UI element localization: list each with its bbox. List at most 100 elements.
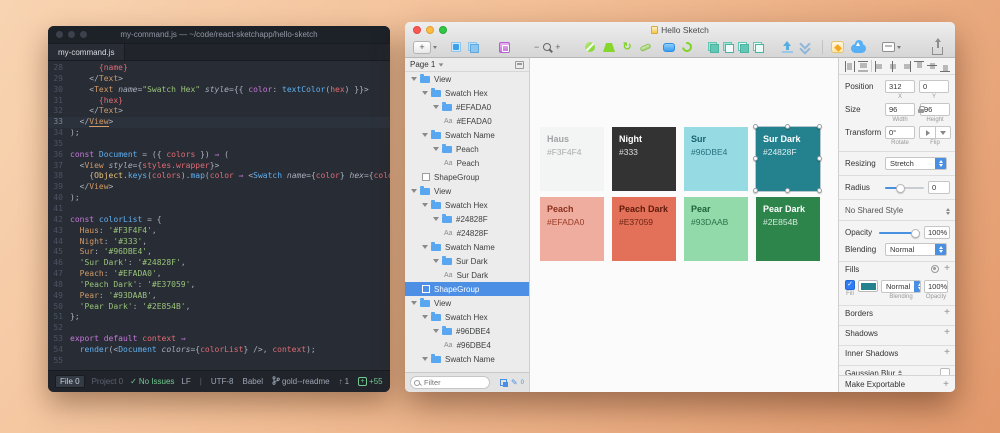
pencil-icon[interactable]: ✎ (511, 379, 518, 387)
union-button[interactable] (708, 42, 719, 53)
align-center-icon[interactable] (888, 61, 898, 72)
code-line[interactable]: 45 Sur: '#96DBE4', (48, 247, 390, 258)
zoom-in-button[interactable]: + (555, 43, 560, 52)
selection-handle[interactable] (817, 188, 822, 193)
selection-handle[interactable] (785, 124, 790, 129)
align-bottom-icon[interactable] (940, 61, 950, 72)
code-line[interactable]: 51}; (48, 312, 390, 323)
code-line[interactable]: 52 (48, 323, 390, 334)
flip-horizontal-button[interactable] (919, 126, 935, 139)
sketch-cloud-button[interactable] (831, 41, 844, 53)
code-line[interactable]: 47 Peach: '#EFADA0', (48, 269, 390, 280)
disclosure-triangle-icon[interactable] (433, 147, 439, 151)
code-line[interactable]: 44 Night: '#333', (48, 237, 390, 248)
fill-color-well[interactable] (858, 280, 878, 292)
color-swatch[interactable]: Haus#F3F4F4 (540, 127, 604, 191)
code-line[interactable]: 35 (48, 139, 390, 150)
status-item[interactable]: | (200, 377, 202, 386)
add-border-button[interactable]: + (944, 308, 950, 318)
layer-row[interactable]: AaPeach (405, 156, 529, 170)
disclosure-triangle-icon[interactable] (422, 357, 428, 361)
code-line[interactable]: 48 'Peach Dark': '#E37059', (48, 280, 390, 291)
status-item[interactable]: LF (181, 377, 190, 386)
resizing-dropdown[interactable]: Stretch (885, 157, 947, 170)
code-line[interactable]: 29 </Text> (48, 74, 390, 85)
code-line[interactable]: 28 {name} (48, 63, 390, 74)
selection-handle[interactable] (817, 124, 822, 129)
code-line[interactable]: 42const colorList = { (48, 215, 390, 226)
layer-row[interactable]: Sur Dark (405, 254, 529, 268)
add-shadow-button[interactable]: + (944, 328, 950, 338)
slider-knob[interactable] (896, 184, 905, 193)
code-line[interactable]: 38 {Object.keys(colors).map(color ⇒ <Swa… (48, 171, 390, 182)
rotate-tool-button[interactable]: ↻ (623, 42, 632, 53)
selection-handle[interactable] (817, 156, 822, 161)
disclosure-triangle-icon[interactable] (422, 315, 428, 319)
disclosure-triangle-icon[interactable] (433, 329, 439, 333)
code-line[interactable]: 36const Document = ({ colors }) ⇒ ( (48, 150, 390, 161)
disclosure-triangle-icon[interactable] (422, 203, 428, 207)
radius-input[interactable]: 0 (928, 181, 950, 194)
layer-row[interactable]: #EFADA0 (405, 100, 529, 114)
selection-handle[interactable] (753, 156, 758, 161)
color-swatch[interactable]: Night#333 (612, 127, 676, 191)
code-line[interactable]: 40); (48, 193, 390, 204)
insert-button[interactable]: + (413, 41, 437, 54)
layer-row[interactable]: Swatch Hex (405, 310, 529, 324)
code-line[interactable]: 54 render(<Document colors={colorList} /… (48, 345, 390, 356)
zoom-button-tool[interactable] (543, 43, 551, 51)
send-backward-button[interactable] (800, 42, 810, 53)
add-export-button[interactable]: + (943, 379, 949, 390)
radius-slider[interactable] (885, 181, 924, 194)
layer-row[interactable]: View (405, 72, 529, 86)
canvas[interactable]: Haus#F3F4F4Night#333Sur#96DBE4Sur Dark#2… (530, 58, 838, 392)
mask-tool-button[interactable] (663, 43, 675, 52)
flatten-tool-button[interactable] (640, 45, 651, 50)
layer-row[interactable]: View (405, 184, 529, 198)
selection-handle[interactable] (785, 188, 790, 193)
code-line[interactable]: 33 </View> (48, 117, 390, 128)
status-item[interactable]: Babel (243, 377, 263, 386)
layer-row[interactable]: Swatch Name (405, 352, 529, 366)
difference-button[interactable] (753, 42, 764, 53)
page-selector[interactable]: Page 1 (405, 58, 529, 72)
status-item[interactable]: gold--readme (272, 376, 330, 387)
color-swatch[interactable]: Peach Dark#E37059 (612, 197, 676, 261)
filter-input[interactable] (410, 376, 490, 389)
selection-handle[interactable] (753, 188, 758, 193)
code-line[interactable]: 31 {hex} (48, 96, 390, 107)
make-exportable-bar[interactable]: Make Exportable + (839, 375, 955, 392)
color-swatch[interactable]: Sur#96DBE4 (684, 127, 748, 191)
gear-icon[interactable] (931, 265, 939, 273)
subtract-button[interactable] (723, 42, 734, 53)
inner-shadows-section[interactable]: Inner Shadows + (839, 345, 955, 360)
rotate-input[interactable]: 0° (885, 126, 915, 139)
slider-knob[interactable] (911, 229, 920, 238)
color-swatch[interactable]: Pear Dark#2E854B (756, 197, 820, 261)
code-line[interactable]: 53export default context ⇒ (48, 334, 390, 345)
color-swatch[interactable]: Peach#EFADA0 (540, 197, 604, 261)
layer-row[interactable]: Swatch Hex (405, 198, 529, 212)
code-line[interactable]: 34); (48, 128, 390, 139)
align-middle-icon[interactable] (927, 61, 937, 72)
align-right-icon[interactable] (901, 61, 911, 72)
code-line[interactable]: 55 (48, 356, 390, 367)
disclosure-triangle-icon[interactable] (433, 217, 439, 221)
layer-row[interactable]: AaSur Dark (405, 268, 529, 282)
code-line[interactable]: 41 (48, 204, 390, 215)
opacity-input[interactable]: 100% (924, 226, 950, 239)
disclosure-triangle-icon[interactable] (433, 105, 439, 109)
distribute-vertically-icon[interactable] (858, 61, 868, 72)
layer-row[interactable]: Swatch Name (405, 128, 529, 142)
align-top-icon[interactable] (914, 61, 924, 72)
code-line[interactable]: 30 <Text name="Swatch Hex" style={{ colo… (48, 85, 390, 96)
group-button[interactable] (451, 42, 461, 52)
tab-my-command-js[interactable]: my-command.js (48, 44, 125, 60)
disclosure-triangle-icon[interactable] (411, 301, 417, 305)
layer-row[interactable]: Swatch Hex (405, 86, 529, 100)
disclosure-triangle-icon[interactable] (422, 91, 428, 95)
layer-row[interactable]: Aa#EFADA0 (405, 114, 529, 128)
view-options-button[interactable] (882, 42, 901, 52)
layer-row[interactable]: #96DBE4 (405, 324, 529, 338)
code-editor[interactable]: 28 {name}29 </Text>30 <Text name="Swatch… (48, 61, 390, 370)
